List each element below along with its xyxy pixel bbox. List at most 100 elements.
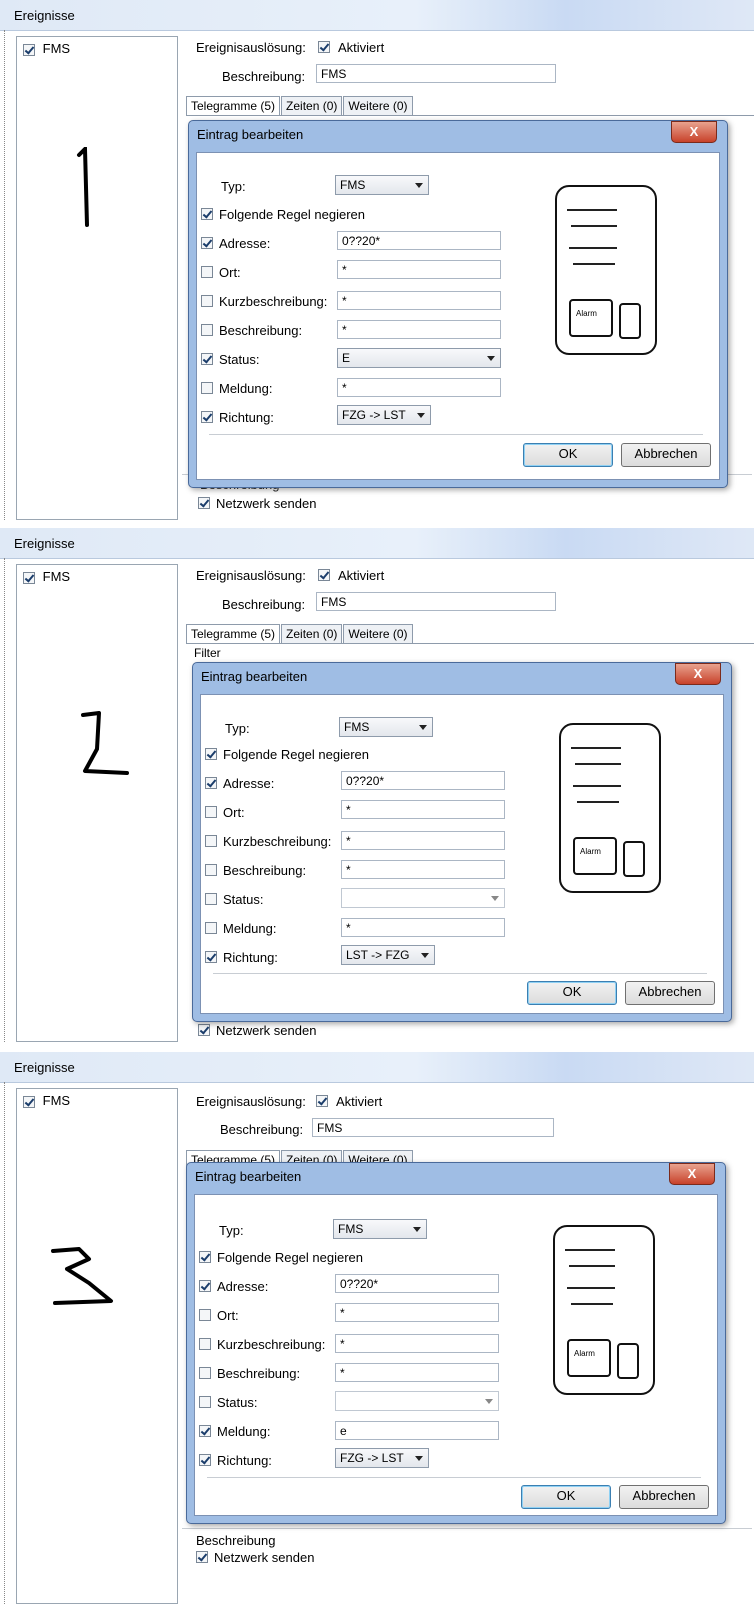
short-desc-input[interactable]: *	[341, 831, 505, 850]
pager-alarm-button: Alarm	[569, 299, 613, 337]
activated-checkbox[interactable]	[318, 41, 330, 53]
status-select[interactable]: E	[337, 348, 501, 368]
message-checkbox[interactable]	[201, 382, 213, 394]
direction-select[interactable]: FZG -> LST	[337, 405, 431, 425]
description-input[interactable]: FMS	[316, 64, 556, 83]
network-checkbox[interactable]	[198, 1024, 210, 1036]
message-input[interactable]: e	[335, 1421, 499, 1440]
location-input[interactable]: *	[337, 260, 501, 279]
short-desc-input[interactable]: *	[335, 1334, 499, 1353]
pager-line	[571, 1303, 613, 1305]
tab-more[interactable]: Weitere (0)	[343, 624, 413, 643]
direction-checkbox[interactable]	[199, 1454, 211, 1466]
status-value: E	[342, 351, 351, 365]
negate-checkbox[interactable]	[201, 208, 213, 220]
type-label: Typ:	[225, 721, 250, 736]
trigger-label: Ereignisauslösung:	[196, 40, 306, 55]
tree-item-fms[interactable]: FMS	[23, 569, 70, 584]
direction-checkbox[interactable]	[201, 411, 213, 423]
message-input[interactable]: *	[341, 918, 505, 937]
ok-button[interactable]: OK	[527, 981, 617, 1005]
desc-input[interactable]: *	[337, 320, 501, 339]
negate-checkbox[interactable]	[199, 1251, 211, 1263]
status-select[interactable]	[335, 1391, 499, 1411]
type-value: FMS	[344, 720, 370, 734]
status-checkbox[interactable]	[201, 353, 213, 365]
tree-item-checkbox[interactable]	[23, 43, 35, 56]
window-titlebar: Ereignisse	[0, 528, 754, 559]
address-input[interactable]: 0??20*	[341, 771, 505, 790]
description-label: Beschreibung:	[222, 69, 306, 84]
message-checkbox[interactable]	[205, 922, 217, 934]
location-checkbox[interactable]	[199, 1309, 211, 1321]
type-select[interactable]: FMS	[339, 717, 433, 737]
tab-telegrams[interactable]: Telegramme (5)	[186, 96, 281, 115]
short-desc-checkbox[interactable]	[205, 835, 217, 847]
tab-strip: Telegramme (5) Zeiten (0) Weitere (0)	[186, 96, 414, 116]
tab-times[interactable]: Zeiten (0)	[281, 624, 343, 643]
left-edge	[0, 1082, 5, 1604]
chevron-down-icon	[417, 413, 425, 418]
address-input[interactable]: 0??20*	[335, 1274, 499, 1293]
status-select[interactable]	[341, 888, 505, 908]
chevron-down-icon	[413, 1227, 421, 1232]
desc-checkbox[interactable]	[199, 1367, 211, 1379]
message-checkbox[interactable]	[199, 1425, 211, 1437]
network-checkbox[interactable]	[196, 1551, 208, 1563]
description-input[interactable]: FMS	[316, 592, 556, 611]
short-desc-checkbox[interactable]	[201, 295, 213, 307]
description-label: Beschreibung:	[222, 597, 306, 612]
close-button[interactable]: X	[669, 1163, 715, 1185]
direction-value: LST -> FZG	[346, 948, 410, 962]
handwritten-number-1	[77, 147, 89, 227]
activated-checkbox[interactable]	[316, 1095, 328, 1107]
handwritten-number-2	[81, 711, 129, 775]
short-desc-checkbox[interactable]	[199, 1338, 211, 1350]
tree-item-fms[interactable]: FMS	[23, 1093, 70, 1108]
address-checkbox[interactable]	[199, 1280, 211, 1292]
tree-item-checkbox[interactable]	[23, 571, 35, 584]
pager-device-icon: Alarm	[555, 185, 657, 355]
ok-button[interactable]: OK	[523, 443, 613, 467]
network-checkbox[interactable]	[198, 497, 210, 509]
location-input[interactable]: *	[341, 800, 505, 819]
desc-checkbox[interactable]	[205, 864, 217, 876]
activated-checkbox[interactable]	[318, 569, 330, 581]
address-checkbox[interactable]	[201, 237, 213, 249]
short-desc-input[interactable]: *	[337, 291, 501, 310]
tree-item-fms[interactable]: FMS	[23, 41, 70, 56]
cancel-button[interactable]: Abbrechen	[625, 981, 715, 1005]
cancel-button[interactable]: Abbrechen	[621, 443, 711, 467]
location-input[interactable]: *	[335, 1303, 499, 1322]
message-input[interactable]: *	[337, 378, 501, 397]
status-label: Status:	[223, 892, 264, 907]
description-input[interactable]: FMS	[312, 1118, 554, 1137]
cancel-button[interactable]: Abbrechen	[619, 1485, 709, 1509]
location-checkbox[interactable]	[205, 806, 217, 818]
desc-input[interactable]: *	[335, 1363, 499, 1382]
network-label: Netzwerk senden	[216, 496, 317, 511]
ok-button[interactable]: OK	[521, 1485, 611, 1509]
desc-input[interactable]: *	[341, 860, 505, 879]
tab-times[interactable]: Zeiten (0)	[281, 96, 343, 115]
type-select[interactable]: FMS	[335, 175, 429, 195]
location-checkbox[interactable]	[201, 266, 213, 278]
direction-select[interactable]: FZG -> LST	[335, 1448, 429, 1468]
status-checkbox[interactable]	[199, 1396, 211, 1408]
message-label: Meldung:	[217, 1424, 271, 1439]
close-button[interactable]: X	[671, 121, 717, 143]
status-checkbox[interactable]	[205, 893, 217, 905]
close-icon: X	[689, 124, 699, 139]
tree-item-checkbox[interactable]	[23, 1095, 35, 1108]
tab-telegrams[interactable]: Telegramme (5)	[186, 624, 281, 643]
type-select[interactable]: FMS	[333, 1219, 427, 1239]
tab-more[interactable]: Weitere (0)	[343, 96, 413, 115]
direction-select[interactable]: LST -> FZG	[341, 945, 435, 965]
negate-checkbox[interactable]	[205, 748, 217, 760]
dialog-title: Eintrag bearbeiten	[197, 127, 304, 142]
close-button[interactable]: X	[675, 663, 721, 685]
direction-checkbox[interactable]	[205, 951, 217, 963]
address-input[interactable]: 0??20*	[337, 231, 501, 250]
address-checkbox[interactable]	[205, 777, 217, 789]
desc-checkbox[interactable]	[201, 324, 213, 336]
